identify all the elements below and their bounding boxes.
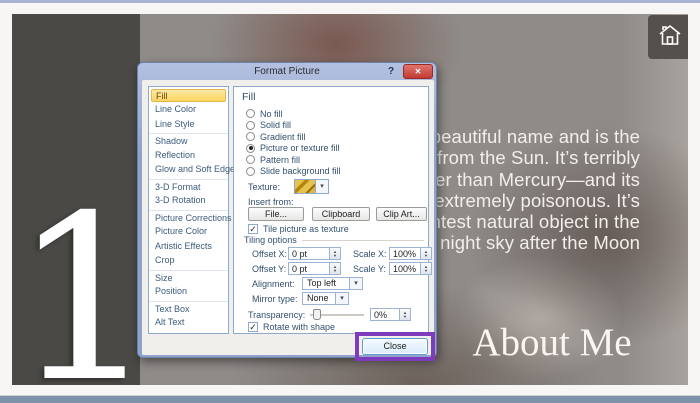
bottom-accent-bar: [0, 395, 700, 403]
radio-icon: [246, 109, 255, 118]
sidebar-item-reflection[interactable]: Reflection: [149, 148, 228, 163]
sidebar-item-line-style[interactable]: Line Style: [149, 117, 228, 132]
sidebar-item-glow[interactable]: Glow and Soft Edges: [149, 162, 228, 177]
close-icon[interactable]: ✕: [403, 64, 433, 79]
radio-no-fill[interactable]: No fill: [246, 108, 283, 119]
sidebar-item-crop[interactable]: Crop: [149, 253, 228, 268]
offset-x-spinner[interactable]: ▲▼: [330, 247, 341, 260]
dialog-sidebar: Fill Line Color Line Style Shadow Reflec…: [148, 86, 229, 334]
alignment-label: Alignment:: [252, 279, 302, 289]
texture-label: Texture:: [248, 182, 280, 192]
texture-swatch[interactable]: [294, 179, 316, 194]
sidebar-item-size[interactable]: Size: [149, 270, 228, 285]
top-accent-line: [0, 0, 700, 3]
home-icon: [657, 22, 683, 53]
mirror-type-dropdown[interactable]: None ▾: [302, 292, 349, 305]
offset-y-input[interactable]: [288, 262, 330, 275]
mirror-type-row: Mirror type: None ▾: [252, 292, 349, 305]
radio-solid-fill[interactable]: Solid fill: [246, 120, 291, 131]
close-button[interactable]: Close: [362, 338, 428, 355]
transparency-row: Transparency: ▲▼: [248, 308, 411, 321]
transparency-input[interactable]: [370, 308, 400, 321]
alignment-dropdown[interactable]: Top left ▾: [302, 277, 363, 290]
radio-slide-background-fill[interactable]: Slide background fill: [246, 166, 341, 177]
slide-number: 1: [12, 211, 140, 385]
slider-thumb[interactable]: [313, 309, 321, 320]
rotate-with-shape-checkbox[interactable]: ✓ Rotate with shape: [248, 322, 335, 332]
clipboard-button[interactable]: Clipboard: [312, 207, 370, 221]
sidebar-item-picture-corrections[interactable]: Picture Corrections: [149, 210, 228, 225]
sidebar-item-picture-color[interactable]: Picture Color: [149, 224, 228, 239]
offset-x-row: Offset X: ▲▼ Scale X: ▲▼: [252, 247, 432, 260]
insert-from-label: Insert from:: [248, 197, 294, 207]
scale-x-spinner[interactable]: ▲▼: [421, 247, 432, 260]
chevron-down-icon: ▾: [336, 292, 349, 305]
sidebar-item-position[interactable]: Position: [149, 284, 228, 299]
sidebar-item-3d-format[interactable]: 3-D Format: [149, 179, 228, 194]
spinner-down-icon: ▼: [333, 269, 337, 273]
offset-x-label: Offset X:: [252, 249, 288, 259]
screen: 1 us has a beautiful name and is the d p…: [0, 0, 700, 403]
sidebar-item-text-box[interactable]: Text Box: [149, 301, 228, 316]
dialog-body: Fill Line Color Line Style Shadow Reflec…: [142, 80, 434, 355]
fill-panel: Fill No fill Solid fill Gradient fill Pi…: [233, 86, 429, 334]
home-button[interactable]: [648, 15, 688, 59]
scale-y-label: Scale Y:: [353, 264, 389, 274]
spinner-down-icon: ▼: [333, 254, 337, 258]
radio-icon: [246, 121, 255, 130]
scale-x-input[interactable]: [389, 247, 421, 260]
offset-y-label: Offset Y:: [252, 264, 288, 274]
spinner-down-icon: ▼: [424, 254, 428, 258]
radio-pattern-fill[interactable]: Pattern fill: [246, 154, 300, 165]
spinner-down-icon: ▼: [424, 269, 428, 273]
slide-number-panel: 1: [12, 14, 140, 385]
radio-icon: [246, 167, 255, 176]
transparency-label: Transparency:: [248, 310, 310, 320]
sidebar-item-3d-rotation[interactable]: 3-D Rotation: [149, 193, 228, 208]
scale-x-label: Scale X:: [353, 249, 389, 259]
tile-picture-checkbox[interactable]: ✓ Tile picture as texture: [248, 224, 349, 234]
slide-title: About Me: [422, 320, 682, 365]
clip-art-button[interactable]: Clip Art...: [376, 207, 427, 221]
sidebar-item-line-color[interactable]: Line Color: [149, 102, 228, 117]
checkmark-icon: ✓: [248, 224, 258, 234]
offset-x-input[interactable]: [288, 247, 330, 260]
panel-heading: Fill: [242, 91, 255, 103]
help-button[interactable]: ?: [384, 64, 398, 79]
format-picture-dialog: Format Picture ? ✕ Fill Line Color Line …: [137, 62, 437, 358]
spinner-down-icon: ▼: [403, 315, 407, 319]
transparency-slider[interactable]: [310, 308, 364, 321]
mirror-type-label: Mirror type:: [252, 294, 302, 304]
sidebar-item-alt-text[interactable]: Alt Text: [149, 315, 228, 330]
scale-y-input[interactable]: [389, 262, 421, 275]
offset-y-spinner[interactable]: ▲▼: [330, 262, 341, 275]
offset-y-row: Offset Y: ▲▼ Scale Y: ▲▼: [252, 262, 432, 275]
sidebar-item-artistic-effects[interactable]: Artistic Effects: [149, 239, 228, 254]
checkmark-icon: ✓: [248, 322, 258, 332]
alignment-row: Alignment: Top left ▾: [252, 277, 363, 290]
texture-row: Texture: ▾: [248, 179, 329, 194]
texture-dropdown-icon[interactable]: ▾: [316, 179, 329, 194]
radio-icon: [246, 132, 255, 141]
radio-gradient-fill[interactable]: Gradient fill: [246, 131, 306, 142]
radio-picture-texture-fill[interactable]: Picture or texture fill: [246, 143, 340, 154]
transparency-spinner[interactable]: ▲▼: [400, 308, 411, 321]
scale-y-spinner[interactable]: ▲▼: [421, 262, 432, 275]
radio-selected-icon: [246, 144, 255, 153]
sidebar-item-fill[interactable]: Fill: [151, 89, 226, 102]
group-divider: [302, 240, 424, 241]
radio-icon: [246, 155, 255, 164]
sidebar-item-shadow[interactable]: Shadow: [149, 133, 228, 148]
chevron-down-icon: ▾: [350, 277, 363, 290]
file-button[interactable]: File...: [248, 207, 304, 221]
tiling-options-group: Tiling options: [244, 235, 424, 245]
